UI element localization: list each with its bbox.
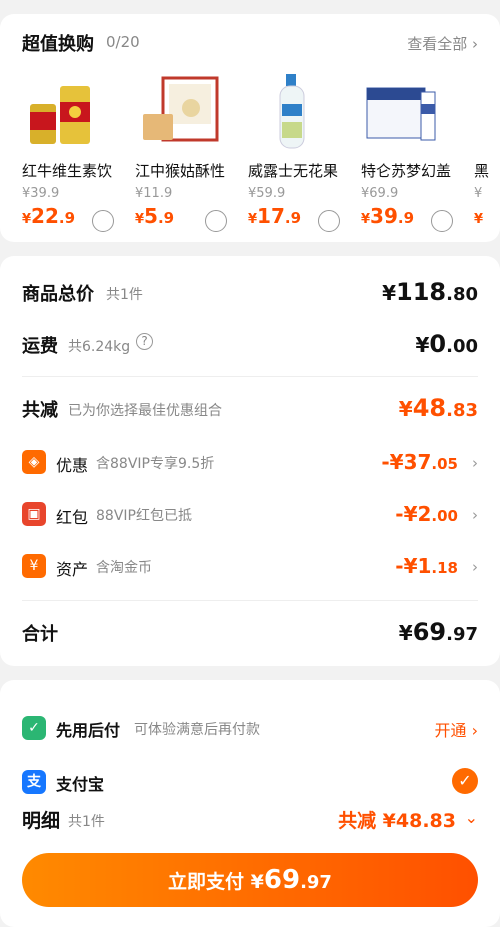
discount-note: 含88VIP专享9.5折: [96, 456, 215, 472]
product-original-price: ¥59.9: [248, 186, 286, 201]
product-price: ¥5.9: [135, 204, 175, 228]
product-price: ¥17.9: [248, 204, 302, 228]
swap-count: 0/20: [106, 33, 140, 51]
discount-row-red-packet[interactable]: ▣ 红包 88VIP红包已抵 -¥2.00 ›: [22, 502, 478, 528]
swap-product[interactable]: 江中猴姑酥性 ¥11.9 ¥5.9: [135, 74, 245, 234]
pay-now-button[interactable]: 立即支付 ¥69.97: [22, 853, 478, 907]
swap-card: 超值换购 0/20 查看全部 › 红牛维生素饮 ¥39.9 ¥22.9 江中猴姑…: [0, 14, 500, 242]
discount-value: -¥37.05: [381, 450, 458, 474]
bnpl-label: 先用后付: [56, 721, 121, 740]
reduction-value: ¥48.83: [398, 394, 478, 422]
price-breakdown-card: 商品总价 共1件 ¥118.80 运费 共6.24kg ? ¥0.00 共减 已…: [0, 256, 500, 666]
swap-header: 超值换购 0/20 查看全部 ›: [22, 30, 478, 58]
product-price: ¥39.9: [361, 204, 415, 228]
shipping-weight: 共6.24kg: [68, 339, 131, 355]
chevron-double-down-icon[interactable]: ⌄: [465, 808, 478, 827]
chevron-right-icon: ›: [472, 558, 478, 576]
swap-product[interactable]: 威露士无花果 ¥59.9 ¥17.9: [248, 74, 358, 234]
product-select-radio[interactable]: [205, 210, 227, 232]
yuan-icon: ¥: [22, 554, 46, 578]
payment-card: ✓ 先用后付 可体验满意后再付款 开通 › 支 支付宝 ✓ 明细 共1件 共减 …: [0, 680, 500, 927]
alipay-icon: 支: [22, 770, 46, 794]
discount-note: 含淘金币: [96, 560, 152, 576]
help-icon[interactable]: ?: [136, 333, 153, 350]
product-original-price: ¥: [474, 186, 483, 201]
discount-row-coupon[interactable]: ◈ 优惠 含88VIP专享9.5折 -¥37.05 ›: [22, 450, 478, 476]
detail-count: 共1件: [68, 814, 105, 830]
product-image: [135, 74, 221, 150]
swap-title: 超值换购: [22, 34, 94, 55]
divider: [22, 600, 478, 601]
discount-note: 88VIP红包已抵: [96, 508, 192, 524]
reduction-row: 共减 已为你选择最佳优惠组合 ¥48.83: [22, 394, 478, 424]
reduction-note: 已为你选择最佳优惠组合: [68, 403, 222, 419]
product-original-price: ¥69.9: [361, 186, 399, 201]
detail-label: 明细: [22, 810, 61, 832]
product-image: [22, 74, 108, 150]
discount-label: 红包: [56, 508, 89, 527]
detail-reduction: 共减 ¥48.83: [338, 810, 456, 832]
bnpl-activate-link[interactable]: 开通 ›: [435, 717, 479, 741]
product-name: 黑: [474, 162, 490, 180]
swap-product[interactable]: 红牛维生素饮 ¥39.9 ¥22.9: [22, 74, 132, 234]
grand-total-label: 合计: [22, 624, 58, 645]
swap-product[interactable]: 特仑苏梦幻盖 ¥69.9 ¥39.9: [361, 74, 471, 234]
reduction-label: 共减: [22, 400, 58, 421]
goods-total-value: ¥118.80: [382, 278, 478, 306]
bnpl-description: 可体验满意后再付款: [134, 722, 260, 738]
red-packet-icon: ▣: [22, 502, 46, 526]
bnpl-row[interactable]: ✓ 先用后付 可体验满意后再付款 开通 ›: [22, 714, 478, 744]
chevron-right-icon: ›: [472, 506, 478, 524]
goods-total-label: 商品总价: [22, 284, 94, 305]
swap-product[interactable]: 黑 ¥ ¥: [474, 74, 500, 234]
divider: [22, 376, 478, 377]
shopping-bag-icon: ✓: [22, 716, 46, 740]
product-price: ¥: [474, 212, 484, 227]
chevron-right-icon: ›: [472, 454, 478, 472]
goods-count: 共1件: [106, 287, 143, 303]
shipping-row: 运费 共6.24kg ? ¥0.00: [22, 330, 478, 360]
product-image: [248, 74, 334, 150]
product-original-price: ¥39.9: [22, 186, 60, 201]
discount-value: -¥2.00: [395, 502, 458, 526]
product-name: 威露士无花果: [248, 162, 339, 180]
tag-icon: ◈: [22, 450, 46, 474]
product-select-radio[interactable]: [431, 210, 453, 232]
product-name: 特仑苏梦幻盖: [361, 162, 452, 180]
product-name: 江中猴姑酥性: [135, 162, 226, 180]
detail-row[interactable]: 明细 共1件 共减 ¥48.83 ⌄: [22, 806, 478, 836]
alipay-row[interactable]: 支 支付宝 ✓: [22, 768, 478, 798]
alipay-label: 支付宝: [56, 775, 105, 794]
product-image: [361, 74, 447, 150]
product-original-price: ¥11.9: [135, 186, 173, 201]
goods-total-row: 商品总价 共1件 ¥118.80: [22, 278, 478, 308]
product-select-radio[interactable]: [92, 210, 114, 232]
swap-product-list: 红牛维生素饮 ¥39.9 ¥22.9 江中猴姑酥性 ¥11.9 ¥5.9 威露士…: [22, 74, 500, 234]
product-image: [474, 74, 500, 150]
checkmark-icon[interactable]: ✓: [452, 768, 478, 794]
discount-value: -¥1.18: [395, 554, 458, 578]
product-select-radio[interactable]: [318, 210, 340, 232]
discount-row-assets[interactable]: ¥ 资产 含淘金币 -¥1.18 ›: [22, 554, 478, 580]
view-all-link[interactable]: 查看全部 ›: [407, 33, 478, 54]
shipping-label: 运费: [22, 336, 58, 357]
shipping-value: ¥0.00: [415, 330, 478, 358]
discount-label: 资产: [56, 560, 89, 579]
grand-total-row: 合计 ¥69.97: [22, 618, 478, 648]
product-price: ¥22.9: [22, 204, 76, 228]
discount-label: 优惠: [56, 456, 89, 475]
product-name: 红牛维生素饮: [22, 162, 113, 180]
grand-total-value: ¥69.97: [398, 618, 478, 646]
